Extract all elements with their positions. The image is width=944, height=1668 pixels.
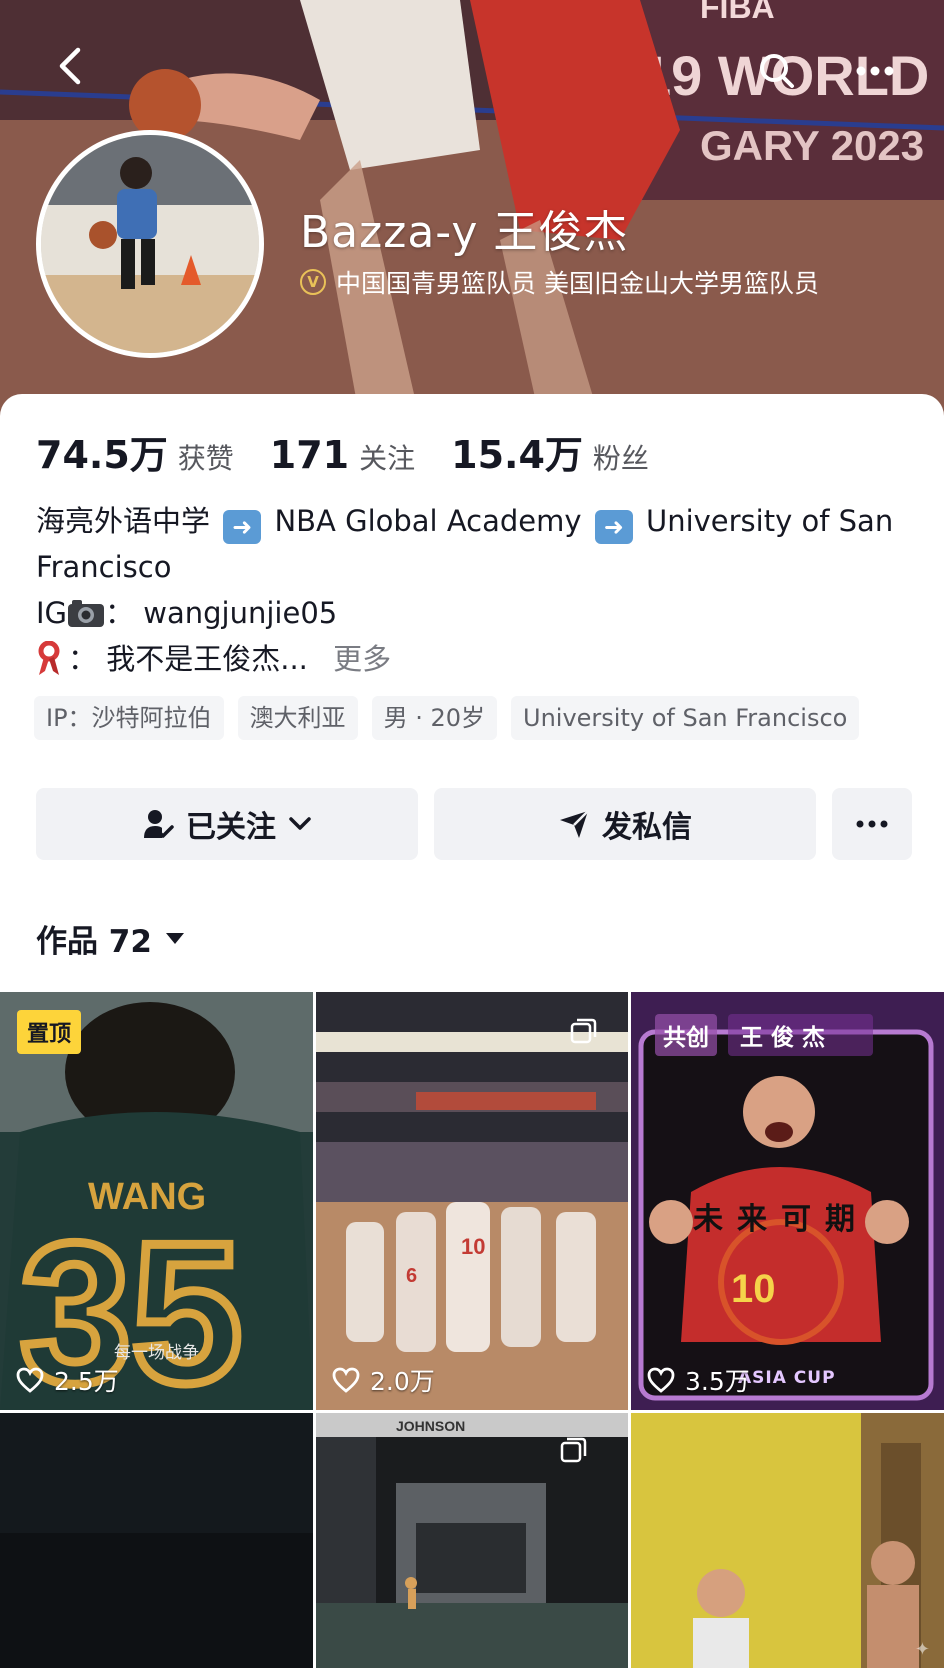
followers-label: 粉丝 — [592, 442, 649, 475]
video-likes: 3.5万 — [647, 1362, 750, 1398]
verification-row: V 中国国青男篮队员 美国旧金山大学男篮队员 — [300, 264, 819, 300]
video-tile[interactable]: 10 未来可期 共创 王俊杰 ASIA CUP 3.5万 — [631, 992, 944, 1410]
verification-text: 中国国青男篮队员 美国旧金山大学男篮队员 — [336, 269, 819, 298]
tag-gender-age: 男 · 20岁 — [371, 696, 497, 740]
video-tile[interactable]: 10 6 2.0万 — [316, 992, 628, 1410]
video-likes: 2.0万 — [332, 1362, 435, 1398]
back-button[interactable] — [46, 42, 94, 90]
send-icon — [560, 810, 589, 838]
video-likes-count: 3.5万 — [685, 1367, 750, 1396]
bio-line-education: 海亮外语中学 ➜ NBA Global Academy ➜ University… — [36, 498, 916, 590]
send-message-label: 发私信 — [602, 810, 692, 845]
ig-prefix: IG — [36, 596, 68, 630]
heart-icon — [647, 1367, 675, 1393]
bio-school-2: NBA Global Academy — [274, 504, 582, 538]
profile-panel: 74.5万 获赞 171 关注 15.4万 粉丝 海亮外语中学 ➜ NBA Gl… — [0, 394, 944, 994]
profile-cover: FIBA 19 WORLD CUP GARY 2023 — [0, 0, 944, 420]
svg-text:10: 10 — [461, 1234, 485, 1259]
svg-text:FIBA: FIBA — [700, 0, 775, 25]
more-actions-button[interactable] — [832, 788, 912, 860]
pinned-badge: 置顶 — [17, 1010, 82, 1054]
followed-button[interactable]: 已关注 — [36, 788, 418, 860]
multi-image-icon — [570, 1018, 597, 1044]
watermark: ✦ — [914, 1639, 930, 1660]
svg-text:10: 10 — [731, 1267, 776, 1311]
bio-school-1: 海亮外语中学 — [36, 504, 211, 538]
works-label: 作品 72 — [36, 924, 152, 960]
avatar-image — [41, 135, 259, 353]
video-grid: WANG 35 置顶 每一场战争 2.5万 10 6 2.0万 10 未来可期 … — [0, 992, 944, 1668]
following-label: 关注 — [359, 442, 416, 475]
more-dots-icon — [856, 66, 894, 76]
followed-label: 已关注 — [186, 810, 276, 845]
multi-image-icon — [560, 1437, 587, 1463]
profile-tags: IP：沙特阿拉伯 澳大利亚 男 · 20岁 University of San … — [34, 696, 860, 740]
bio: 海亮外语中学 ➜ NBA Global Academy ➜ University… — [36, 498, 916, 682]
avatar[interactable] — [36, 130, 264, 358]
video-tile[interactable]: WANG 35 置顶 每一场战争 2.5万 — [0, 992, 313, 1410]
camera-icon — [68, 600, 105, 627]
video-likes-count: 2.5万 — [54, 1367, 119, 1396]
video-tile[interactable] — [0, 1413, 313, 1668]
followers-stat[interactable]: 15.4万 粉丝 — [451, 424, 649, 479]
bio-line-text: 我不是王俊杰... — [106, 642, 308, 676]
tag-location: 澳大利亚 — [237, 696, 358, 740]
event-label: ASIA CUP — [738, 1368, 836, 1388]
action-buttons: 已关注 发私信 — [36, 788, 912, 860]
video-likes-count: 2.0万 — [370, 1367, 435, 1396]
search-button[interactable] — [750, 44, 804, 98]
bio-more-link[interactable]: 更多 — [333, 642, 391, 676]
sign-text: JOHNSON — [396, 1418, 465, 1434]
ribbon-icon — [38, 641, 60, 675]
caret-down-icon — [165, 933, 184, 944]
search-icon — [760, 54, 794, 88]
ig-handle: wangjunjie05 — [143, 596, 338, 630]
display-name: Bazza-y 王俊杰 — [300, 207, 629, 258]
collab-name: 王俊杰 — [728, 1014, 873, 1056]
followers-count: 15.4万 — [451, 433, 583, 477]
ig-separator: ： — [105, 596, 135, 630]
likes-count: 74.5万 — [36, 433, 168, 477]
video-caption: 每一场战争 — [114, 1343, 199, 1363]
likes-label: 获赞 — [177, 442, 234, 475]
slogan-text: 未来可期 — [693, 1202, 869, 1237]
works-tab[interactable]: 作品 72 — [36, 916, 184, 961]
following-count: 171 — [269, 433, 350, 477]
chevron-down-icon — [289, 817, 311, 830]
verified-badge-icon: V — [300, 269, 326, 295]
bio-line-ig: IG ： wangjunjie05 — [36, 590, 916, 636]
svg-text:6: 6 — [406, 1265, 417, 1287]
svg-text:GARY 2023: GARY 2023 — [700, 122, 924, 169]
video-thumbnail: 10 6 — [316, 992, 628, 1410]
bio-line-separator: ： — [68, 642, 98, 676]
video-thumbnail — [0, 1413, 313, 1668]
video-tile[interactable]: JOHNSON — [316, 1413, 628, 1668]
video-likes: 2.5万 — [16, 1362, 119, 1398]
bio-line-ribbon: ： 我不是王俊杰... 更多 — [36, 636, 916, 682]
video-thumbnail — [631, 1413, 944, 1668]
likes-stat[interactable]: 74.5万 获赞 — [36, 424, 234, 479]
stats-row: 74.5万 获赞 171 关注 15.4万 粉丝 — [36, 424, 685, 479]
more-dots-icon — [856, 820, 888, 828]
collab-badge: 共创 — [655, 1014, 717, 1056]
back-arrow-icon — [59, 47, 81, 85]
tag-school[interactable]: University of San Francisco — [511, 696, 860, 740]
heart-icon — [332, 1367, 360, 1393]
more-options-button[interactable] — [846, 44, 904, 98]
heart-icon — [16, 1367, 44, 1393]
right-arrow-icon: ➜ — [223, 510, 262, 544]
follow-check-icon — [144, 810, 174, 838]
video-tile[interactable]: ✦ — [631, 1413, 944, 1668]
following-stat[interactable]: 171 关注 — [270, 433, 415, 477]
right-arrow-icon: ➜ — [594, 510, 633, 544]
send-message-button[interactable]: 发私信 — [434, 788, 816, 860]
tag-ip: IP：沙特阿拉伯 — [34, 696, 224, 740]
